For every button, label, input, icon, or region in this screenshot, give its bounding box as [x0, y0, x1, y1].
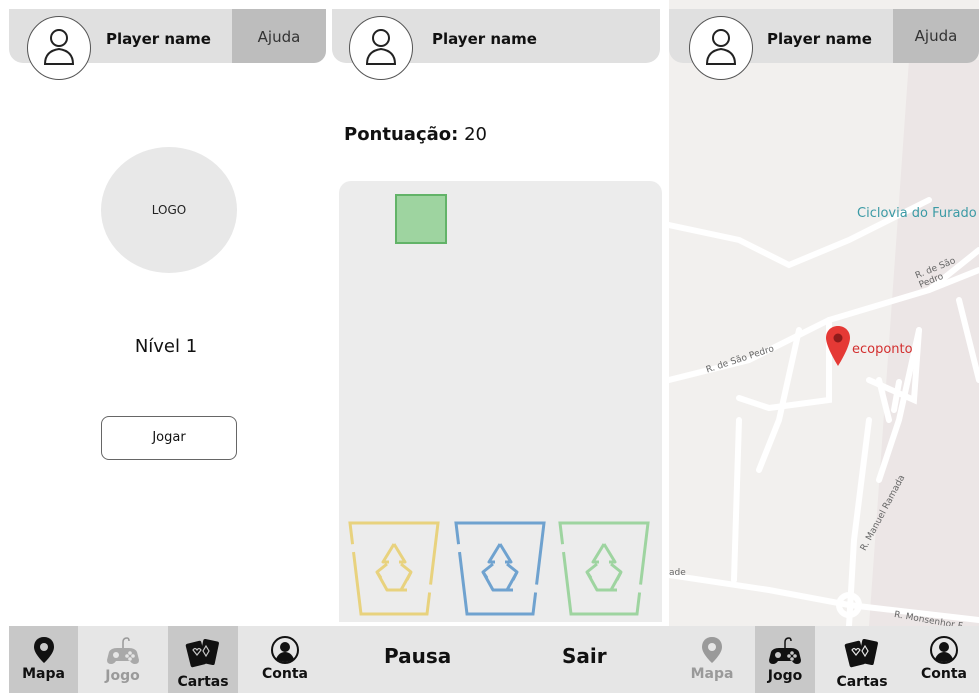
- nav-label: Cartas: [177, 674, 229, 690]
- map-marker[interactable]: [826, 326, 850, 366]
- nav-item-cartas[interactable]: Cartas: [168, 626, 238, 693]
- falling-item[interactable]: [395, 194, 447, 244]
- nav-item-conta[interactable]: Conta: [909, 626, 979, 693]
- game-screen: Player name Pontuação: 20 Pausa Sair: [332, 0, 669, 693]
- nav-label: Conta: [921, 666, 967, 682]
- help-button[interactable]: Ajuda: [893, 9, 979, 63]
- play-button[interactable]: Jogar: [101, 416, 237, 460]
- gamepad-icon: [769, 637, 801, 664]
- help-button[interactable]: Ajuda: [232, 9, 326, 63]
- map-screen: Ciclovia do Furado R. de São Pedro R. de…: [669, 0, 979, 693]
- nav-label: Conta: [262, 666, 308, 682]
- nav-label: Jogo: [105, 668, 140, 684]
- nav-item-jogo[interactable]: Jogo: [755, 626, 815, 693]
- avatar[interactable]: [689, 16, 753, 80]
- gamepad-icon: [106, 637, 139, 664]
- user-icon: [43, 29, 75, 65]
- score-value: 20: [464, 124, 487, 145]
- map-marker-label[interactable]: ecoponto: [852, 342, 913, 357]
- user-icon: [365, 29, 397, 65]
- account-icon: [271, 636, 299, 664]
- game-controls-bar: Pausa Sair: [332, 626, 669, 693]
- user-icon: [705, 29, 737, 65]
- avatar[interactable]: [349, 16, 413, 80]
- account-icon: [930, 636, 958, 664]
- nav-label: Jogo: [767, 668, 803, 684]
- recycle-bin-blue[interactable]: [453, 518, 547, 622]
- nav-item-mapa[interactable]: Mapa: [669, 626, 755, 693]
- map-roads: [669, 0, 979, 626]
- level-label: Nível 1: [134, 336, 198, 357]
- nav-label: Cartas: [836, 674, 888, 690]
- home-screen: Ajuda Player name LOGO Nível 1 Jogar Map…: [0, 0, 332, 693]
- player-name: Player name: [767, 30, 872, 48]
- score-label: Pontuação:: [344, 124, 459, 145]
- recycle-bin-yellow[interactable]: [347, 518, 441, 622]
- cards-icon: [844, 638, 878, 668]
- logo: LOGO: [101, 147, 237, 273]
- nav-item-conta[interactable]: Conta: [238, 626, 332, 693]
- avatar[interactable]: [27, 16, 91, 80]
- recycle-bin-icon: [454, 521, 546, 616]
- recycle-bin-icon: [558, 521, 650, 616]
- map-label-street: ade: [669, 568, 686, 578]
- recycle-bin-icon: [348, 521, 440, 616]
- map-pin-icon: [702, 637, 722, 663]
- bottom-nav: Mapa Jogo Cartas Conta: [669, 626, 979, 693]
- nav-item-mapa[interactable]: Mapa: [9, 626, 78, 693]
- player-name: Player name: [106, 30, 211, 48]
- recycle-bin-green[interactable]: [557, 518, 651, 622]
- nav-label: Mapa: [690, 666, 734, 682]
- bottom-nav: Mapa Jogo Cartas Conta: [9, 626, 332, 693]
- score: Pontuação: 20: [344, 124, 487, 145]
- exit-button[interactable]: Sair: [562, 644, 607, 668]
- map-view[interactable]: Ciclovia do Furado R. de São Pedro R. de…: [669, 0, 979, 632]
- nav-item-cartas[interactable]: Cartas: [815, 626, 909, 693]
- nav-item-jogo[interactable]: Jogo: [78, 626, 167, 693]
- nav-label: Mapa: [22, 666, 65, 682]
- cards-icon: [185, 638, 219, 668]
- player-name: Player name: [432, 30, 537, 48]
- pause-button[interactable]: Pausa: [384, 644, 451, 668]
- map-pin-icon: [33, 637, 54, 663]
- map-label-ciclovia: Ciclovia do Furado: [857, 206, 977, 221]
